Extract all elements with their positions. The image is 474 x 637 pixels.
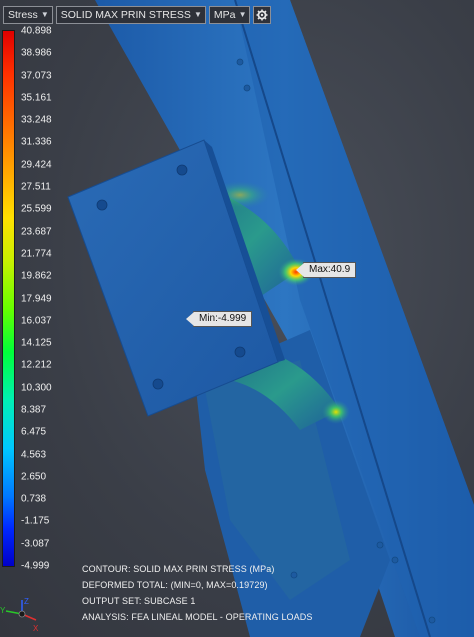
min-callout-label: Min:-4.999 xyxy=(199,313,247,324)
legend-label: 27.511 xyxy=(21,181,51,193)
units-dropdown[interactable]: MPa ▼ xyxy=(208,6,251,24)
legend-label: 6.475 xyxy=(21,426,47,438)
gear-icon xyxy=(256,9,268,21)
legend-label: 23.687 xyxy=(21,226,52,238)
y-axis-label: Y xyxy=(0,606,6,615)
max-callout[interactable]: Max:40.9 xyxy=(295,262,357,278)
settings-button[interactable] xyxy=(253,6,272,24)
mid-stress-hotspot xyxy=(322,400,350,424)
legend-label: 14.125 xyxy=(21,337,52,349)
legend-color-bar xyxy=(2,30,15,567)
legend-label: -4.999 xyxy=(21,560,50,572)
z-axis-label: Z xyxy=(24,597,29,606)
analysis-info: CONTOUR: SOLID MAX PRIN STRESS (MPa) DEF… xyxy=(82,561,312,625)
deformed-info: DEFORMED TOTAL: (MIN=0, MAX=0.19729) xyxy=(82,580,268,590)
chevron-down-icon: ▼ xyxy=(40,10,49,19)
legend-label: 31.336 xyxy=(21,136,52,148)
legend-label: 0.738 xyxy=(21,493,47,505)
component-dropdown[interactable]: SOLID MAX PRIN STRESS ▼ xyxy=(55,6,206,24)
legend-label: 12.212 xyxy=(21,359,52,371)
contour-info: CONTOUR: SOLID MAX PRIN STRESS (MPa) xyxy=(82,564,275,574)
legend-label: 38.986 xyxy=(21,47,52,59)
result-toolbar: Stress ▼ SOLID MAX PRIN STRESS ▼ MPa ▼ xyxy=(3,6,272,24)
legend-label: -3.087 xyxy=(21,538,50,550)
legend-label: 25.599 xyxy=(21,203,52,215)
result-type-dropdown[interactable]: Stress ▼ xyxy=(3,6,53,24)
legend-label: 33.248 xyxy=(21,114,52,126)
legend-label: 16.037 xyxy=(21,315,52,327)
max-callout-label: Max:40.9 xyxy=(309,264,351,275)
legend-label: 17.949 xyxy=(21,293,52,304)
contour-legend: 40.898 38.986 37.073 35.161 33.248 31.336 29.4… xyxy=(0,26,80,572)
legend-label: 10.300 xyxy=(21,382,52,394)
chevron-down-icon: ▼ xyxy=(238,10,247,19)
x-axis-label: X xyxy=(33,624,39,633)
legend-label: 37.073 xyxy=(21,70,52,82)
legend-label: 40.898 xyxy=(21,25,52,37)
chevron-down-icon: ▼ xyxy=(193,10,202,19)
result-type-value: Stress xyxy=(8,9,38,21)
legend-label: 21.774 xyxy=(21,248,52,260)
analysis-name-info: ANALYSIS: FEA LINEAL MODEL - OPERATING L… xyxy=(82,612,313,622)
min-callout[interactable]: Min:-4.999 xyxy=(185,311,253,327)
view-triad[interactable]: Y X Z xyxy=(0,596,40,637)
legend-label: 35.161 xyxy=(21,92,52,104)
legend-label: 4.563 xyxy=(21,449,47,461)
units-value: MPa xyxy=(213,9,236,21)
legend-label: -1.175 xyxy=(21,515,50,527)
legend-label: 29.424 xyxy=(21,159,52,171)
legend-label: 8.387 xyxy=(21,404,47,416)
legend-label: 19.862 xyxy=(21,270,52,282)
component-value: SOLID MAX PRIN STRESS xyxy=(60,9,191,21)
legend-label: 2.650 xyxy=(21,471,47,483)
output-set-info: OUTPUT SET: SUBCASE 1 xyxy=(82,596,196,606)
